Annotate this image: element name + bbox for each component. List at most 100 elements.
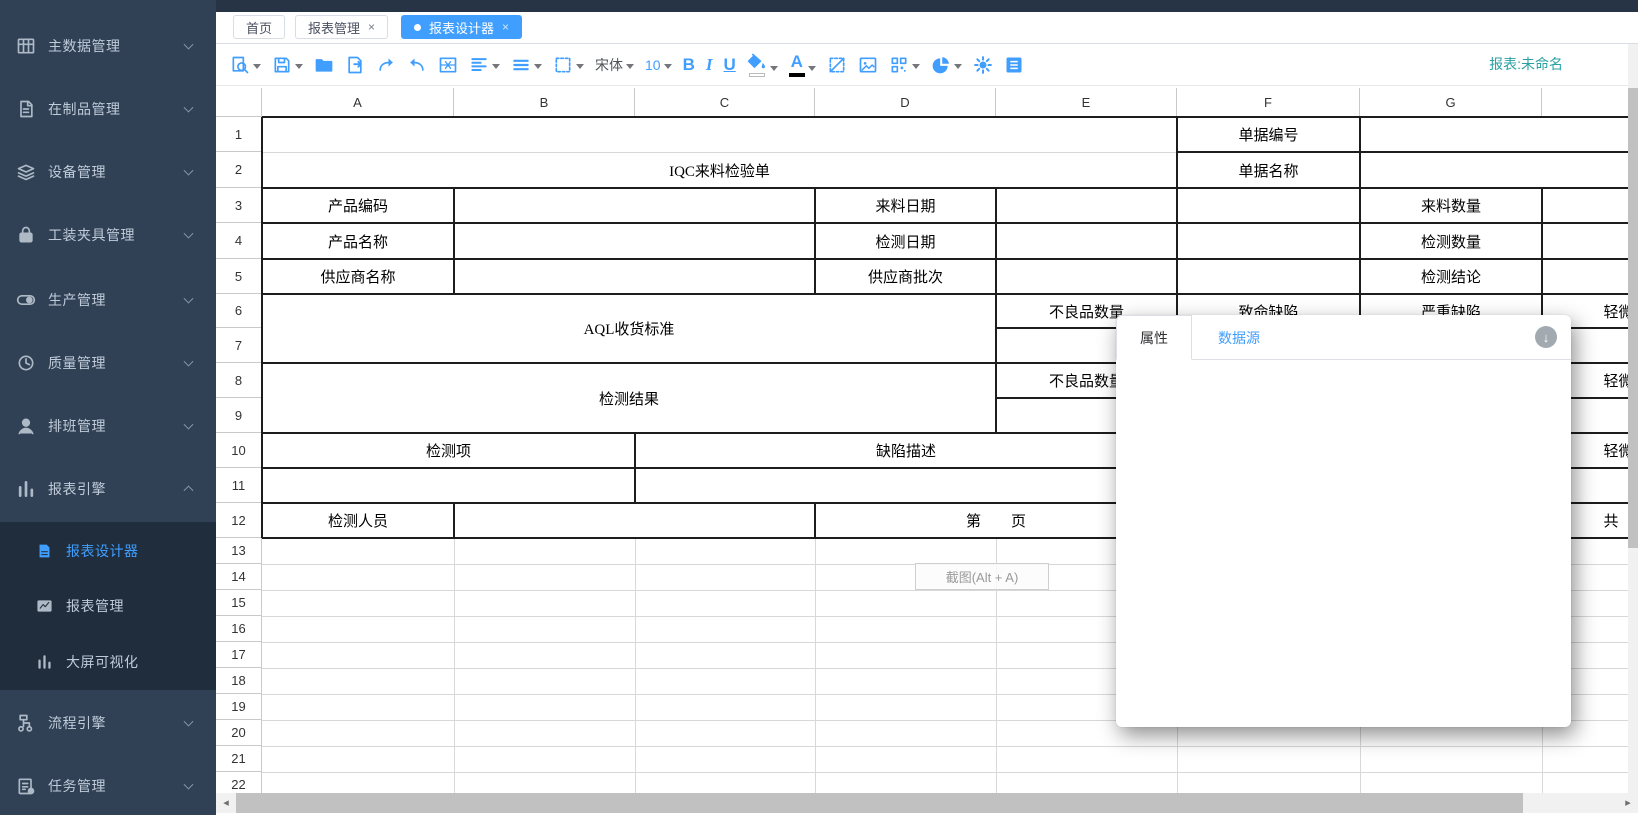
spreadsheet-cell-A12[interactable]: 检测人员	[264, 505, 452, 536]
horizontal-scrollbar-thumb[interactable]	[236, 793, 1523, 813]
spreadsheet-cell-G5[interactable]: 检测结论	[1362, 261, 1540, 292]
dropdown-caret-icon[interactable]	[576, 64, 584, 69]
dropdown-caret-icon[interactable]	[626, 64, 634, 69]
panel-collapse-button[interactable]: ↓	[1535, 326, 1557, 348]
vertical-scrollbar-thumb[interactable]	[1628, 88, 1638, 548]
row-header-21[interactable]: 21	[216, 746, 262, 772]
bold-button[interactable]: B	[681, 53, 697, 77]
row-header-18[interactable]: 18	[216, 668, 262, 694]
dropdown-caret-icon[interactable]	[770, 66, 778, 71]
diagonal-cell-button[interactable]	[825, 53, 849, 77]
dropdown-caret-icon[interactable]	[808, 66, 816, 71]
vertical-scrollbar[interactable]	[1628, 44, 1638, 793]
spreadsheet-cell-A2[interactable]: IQC来料检验单	[264, 154, 1175, 186]
corner-header[interactable]	[216, 88, 262, 117]
row-header-10[interactable]: 10	[216, 433, 262, 468]
row-header-5[interactable]: 5	[216, 259, 262, 294]
row-header-6[interactable]: 6	[216, 294, 262, 328]
sidebar-subitem-报表设计器[interactable]: 报表设计器	[0, 531, 216, 571]
spreadsheet-cell-A4[interactable]: 产品名称	[264, 225, 452, 257]
sidebar-item-任务管理[interactable]: 任务管理	[0, 766, 216, 806]
spreadsheet-cell-D4[interactable]: 检测日期	[817, 225, 994, 257]
sidebar-item-工装夹具管理[interactable]: 工装夹具管理	[0, 215, 216, 255]
column-header-B[interactable]: B	[454, 88, 635, 117]
spreadsheet-cell-A6[interactable]: AQL收货标准	[264, 296, 994, 361]
column-header-E[interactable]: E	[996, 88, 1177, 117]
row-header-4[interactable]: 4	[216, 223, 262, 259]
border-button[interactable]	[551, 53, 586, 77]
tab-properties[interactable]: 属性	[1116, 315, 1192, 360]
scroll-right-arrow-icon[interactable]: ▸	[1618, 793, 1638, 813]
settings-button[interactable]	[971, 53, 995, 77]
chart-button[interactable]	[929, 53, 964, 77]
row-header-8[interactable]: 8	[216, 363, 262, 398]
font-family-select[interactable]: 宋体	[593, 53, 636, 77]
tab-datasource[interactable]: 数据源	[1204, 315, 1274, 360]
close-icon[interactable]: ×	[368, 21, 375, 33]
sidebar-item-排班管理[interactable]: 排班管理	[0, 406, 216, 446]
row-header-19[interactable]: 19	[216, 694, 262, 720]
spreadsheet-cell-G4[interactable]: 检测数量	[1362, 225, 1540, 257]
row-header-13[interactable]: 13	[216, 538, 262, 564]
row-header-20[interactable]: 20	[216, 720, 262, 746]
spreadsheet-cell-C10[interactable]: 缺陷描述	[637, 435, 1175, 466]
tab-首页[interactable]: 首页	[233, 15, 285, 39]
italic-button[interactable]: I	[704, 53, 715, 77]
row-header-2[interactable]: 2	[216, 152, 262, 188]
dropdown-caret-icon[interactable]	[534, 64, 542, 69]
open-button[interactable]	[312, 53, 336, 77]
row-header-11[interactable]: 11	[216, 468, 262, 503]
row-header-17[interactable]: 17	[216, 642, 262, 668]
fill-color-button[interactable]	[745, 50, 780, 79]
font-size-select[interactable]: 10	[643, 53, 674, 77]
line-weight-button[interactable]	[509, 53, 544, 77]
row-header-1[interactable]: 1	[216, 117, 262, 152]
spreadsheet-cell-A3[interactable]: 产品编码	[264, 190, 452, 221]
preview-button[interactable]	[228, 53, 263, 77]
sidebar-item-主数据管理[interactable]: 主数据管理	[0, 26, 216, 66]
sidebar-item-生产管理[interactable]: 生产管理	[0, 280, 216, 320]
horizontal-scrollbar[interactable]: ◂ ▸	[216, 793, 1638, 813]
sidebar-subitem-大屏可视化[interactable]: 大屏可视化	[0, 642, 216, 682]
sidebar-item-质量管理[interactable]: 质量管理	[0, 343, 216, 383]
export-button[interactable]	[343, 53, 367, 77]
spreadsheet-cell-F2[interactable]: 单据名称	[1179, 154, 1358, 186]
dropdown-caret-icon[interactable]	[912, 64, 920, 69]
dropdown-caret-icon[interactable]	[492, 64, 500, 69]
scroll-left-arrow-icon[interactable]: ◂	[216, 793, 236, 813]
column-header-H[interactable]: H	[1542, 88, 1638, 117]
spreadsheet-cell-D3[interactable]: 来料日期	[817, 190, 994, 221]
underline-button[interactable]: U	[721, 53, 737, 77]
qrcode-button[interactable]	[887, 53, 922, 77]
save-button[interactable]	[270, 53, 305, 77]
sidebar-subitem-报表管理[interactable]: 报表管理	[0, 586, 216, 626]
column-header-D[interactable]: D	[815, 88, 996, 117]
spreadsheet-cell-G3[interactable]: 来料数量	[1362, 190, 1540, 221]
column-header-G[interactable]: G	[1360, 88, 1542, 117]
redo-button[interactable]	[374, 53, 398, 77]
dropdown-caret-icon[interactable]	[253, 64, 261, 69]
column-header-F[interactable]: F	[1177, 88, 1360, 117]
close-icon[interactable]: ×	[502, 21, 509, 33]
sidebar-item-报表引擎[interactable]: 报表引擎	[0, 469, 216, 509]
sidebar-item-设备管理[interactable]: 设备管理	[0, 152, 216, 192]
sidebar-item-在制品管理[interactable]: 在制品管理	[0, 89, 216, 129]
font-color-button[interactable]: A	[787, 50, 818, 79]
spreadsheet-cell-A8[interactable]: 检测结果	[264, 365, 994, 431]
row-header-3[interactable]: 3	[216, 188, 262, 223]
spreadsheet-cell-F1[interactable]: 单据编号	[1179, 119, 1358, 150]
dropdown-caret-icon[interactable]	[664, 64, 672, 69]
spreadsheet-cell-D5[interactable]: 供应商批次	[817, 261, 994, 292]
row-header-14[interactable]: 14	[216, 564, 262, 590]
row-header-16[interactable]: 16	[216, 616, 262, 642]
undo-button[interactable]	[405, 53, 429, 77]
dropdown-caret-icon[interactable]	[295, 64, 303, 69]
row-header-12[interactable]: 12	[216, 503, 262, 538]
row-header-9[interactable]: 9	[216, 398, 262, 433]
row-header-15[interactable]: 15	[216, 590, 262, 616]
insert-image-button[interactable]	[856, 53, 880, 77]
dropdown-caret-icon[interactable]	[954, 64, 962, 69]
column-header-C[interactable]: C	[635, 88, 815, 117]
tab-报表管理[interactable]: 报表管理×	[295, 15, 388, 39]
row-header-7[interactable]: 7	[216, 328, 262, 363]
